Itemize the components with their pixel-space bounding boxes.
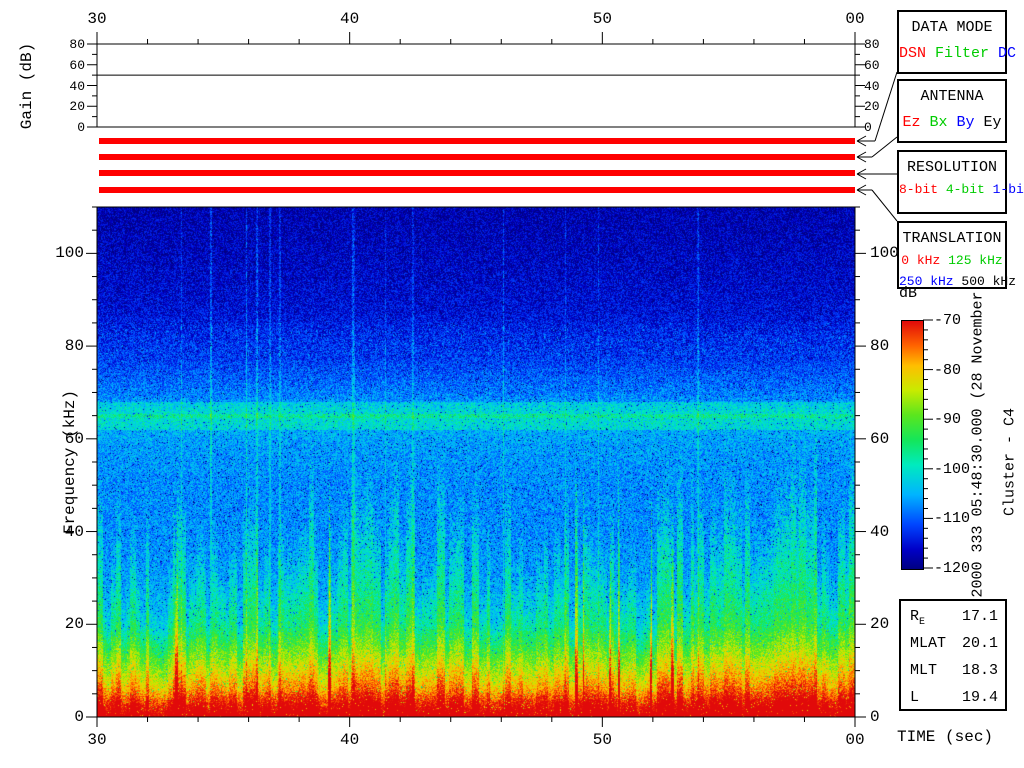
spectrogram-canvas [97, 207, 855, 717]
panel-translation: TRANSLATION 0 kHz 125 kHz 250 kHz 500 kHz [897, 221, 1016, 289]
callout-arrowhead [856, 140, 867, 147]
time-tick-label-top: 00 [845, 10, 865, 28]
colorbar-tick-label: -120 [934, 560, 971, 577]
gain-tick-label-right: 60 [864, 57, 880, 73]
panel-antenna-value-by: By [947, 114, 975, 131]
freq-tick-label-right: 20 [870, 615, 890, 634]
panel-antenna-value-bx: Bx [920, 114, 948, 131]
colorbar-tick-label: -80 [934, 361, 962, 379]
gain-tick-label-right: 40 [864, 78, 880, 94]
panel-data-mode-value-dsn: DSN [899, 45, 927, 62]
gain-tick-label-right: 0 [864, 120, 872, 135]
gain-tick-label-right: 80 [864, 37, 880, 52]
gain-tick-label: 40 [69, 78, 85, 94]
callout-line-4 [871, 189, 898, 222]
callout-arrowhead [856, 173, 867, 180]
time-tick-label-bottom: 50 [592, 731, 612, 749]
panel-data-mode-value-filter: Filter [926, 45, 990, 62]
frequency-axis-title: Frequency (kHz) [61, 389, 79, 535]
gain-plot-frame [96, 43, 856, 128]
ephemeris-value: 18.3 [961, 662, 998, 679]
time-tick-label-bottom: 40 [340, 731, 360, 749]
freq-tick-label-right: 40 [870, 522, 890, 541]
start-time-annotation: 2000 333 05:48:30.000 (28 November) [969, 282, 987, 598]
panel-translation-value-500-khz: 500 kHz [953, 274, 1017, 289]
ephemeris-row: RE 17.1 [901, 602, 1005, 628]
time-tick-label-top: 30 [87, 10, 107, 28]
gain-tick-label: 80 [69, 37, 85, 52]
spacecraft-annotation: Cluster - C4 [1001, 407, 1019, 517]
colorbar-tick-label: -70 [934, 312, 962, 329]
time-tick-label-bottom: 00 [845, 731, 865, 749]
panel-antenna-values: Ez Bx By Ey [899, 114, 1005, 131]
panel-antenna-title: ANTENNA [920, 88, 984, 105]
freq-tick-label-right: 100 [870, 244, 899, 263]
panel-antenna: ANTENNA Ez Bx By Ey [897, 79, 1007, 143]
freq-tick-label: 80 [64, 337, 84, 356]
ephemeris-row: L 19.4 [901, 683, 1005, 709]
callout-arrowhead [856, 189, 867, 196]
panel-resolution-value-8-bit: 8-bit [899, 182, 939, 197]
panel-antenna-value-ez: Ez [902, 114, 921, 131]
ephemeris-row: MLAT 20.1 [901, 629, 1005, 655]
ephemeris-value: 20.1 [961, 635, 998, 652]
freq-tick-label: 100 [55, 244, 84, 263]
panel-antenna-value-ey: Ey [974, 114, 1002, 131]
panel-resolution-title: RESOLUTION [906, 159, 997, 176]
ephemeris-value: 17.1 [961, 608, 998, 625]
gain-tick-label: 60 [69, 57, 85, 73]
ephemeris-row: MLT 18.3 [901, 656, 1005, 682]
time-axis-title: TIME (sec) [897, 728, 994, 746]
colorbar-tick-label: -90 [934, 411, 962, 429]
ephemeris-box: RE 17.1 MLAT 20.1 MLT 18.3 L 19.4 [899, 599, 1007, 711]
panel-translation-values: 0 kHz 125 kHz [899, 253, 1005, 268]
freq-tick-label: 60 [64, 429, 84, 448]
freq-tick-label: 0 [74, 708, 84, 726]
callout-line-2 [871, 136, 898, 158]
freq-tick-label-right: 0 [870, 708, 880, 726]
panel-translation-value-0-khz: 0 kHz [901, 253, 941, 268]
panel-data-mode-values: DSN Filter DC [899, 45, 1016, 62]
gain-tick-label: 20 [69, 99, 85, 115]
freq-tick-label-right: 80 [870, 337, 890, 356]
status-bar-1 [99, 138, 855, 144]
colorbar-tick-label: -100 [934, 460, 971, 478]
colorbar [901, 320, 924, 570]
status-bar-3 [99, 170, 855, 176]
panel-translation-value-125-khz: 125 kHz [940, 253, 1003, 268]
callout-arrowhead [856, 184, 867, 191]
ephemeris-label: RE [910, 608, 926, 628]
time-tick-label-top: 50 [592, 10, 612, 28]
freq-tick-label-right: 60 [870, 429, 890, 448]
panel-resolution: RESOLUTION 8-bit 4-bit 1-bit [897, 150, 1024, 214]
freq-tick-label: 40 [64, 522, 84, 541]
callout-arrowhead [856, 135, 867, 142]
ephemeris-label: L [910, 689, 920, 706]
ephemeris-value: 19.4 [961, 689, 998, 706]
freq-tick-label: 20 [64, 615, 84, 634]
status-bar-2 [99, 154, 855, 160]
panel-data-mode-value-dc: DC [989, 45, 1017, 62]
panel-translation-title: TRANSLATION [902, 230, 1002, 247]
panel-resolution-value-4-bit: 4-bit [938, 182, 985, 197]
colorbar-title: dB [899, 285, 918, 302]
callout-arrowhead [856, 168, 867, 175]
panel-resolution-values: 8-bit 4-bit 1-bit [899, 182, 1024, 197]
callout-arrowhead [856, 151, 867, 158]
colorbar-tick-label: -110 [934, 510, 971, 528]
gain-tick-label-right: 20 [864, 99, 880, 115]
panel-data-mode-title: DATA MODE [911, 19, 993, 36]
panel-data-mode: DATA MODE DSN Filter DC [897, 10, 1016, 74]
panel-resolution-value-1-bit: 1-bit [992, 182, 1024, 197]
wbd-spectrogram-display: Gain (dB) Frequency (kHz) 2000 333 05:48… [0, 0, 1024, 768]
time-tick-label-top: 40 [340, 10, 360, 28]
time-tick-label-bottom: 30 [87, 731, 107, 749]
gain-tick-label: 0 [77, 120, 85, 135]
callout-arrowhead [856, 156, 867, 163]
ephemeris-label: MLT [910, 662, 938, 679]
gain-axis-title: Gain (dB) [18, 42, 36, 130]
status-bar-4 [99, 187, 855, 193]
ephemeris-label: MLAT [910, 635, 947, 652]
